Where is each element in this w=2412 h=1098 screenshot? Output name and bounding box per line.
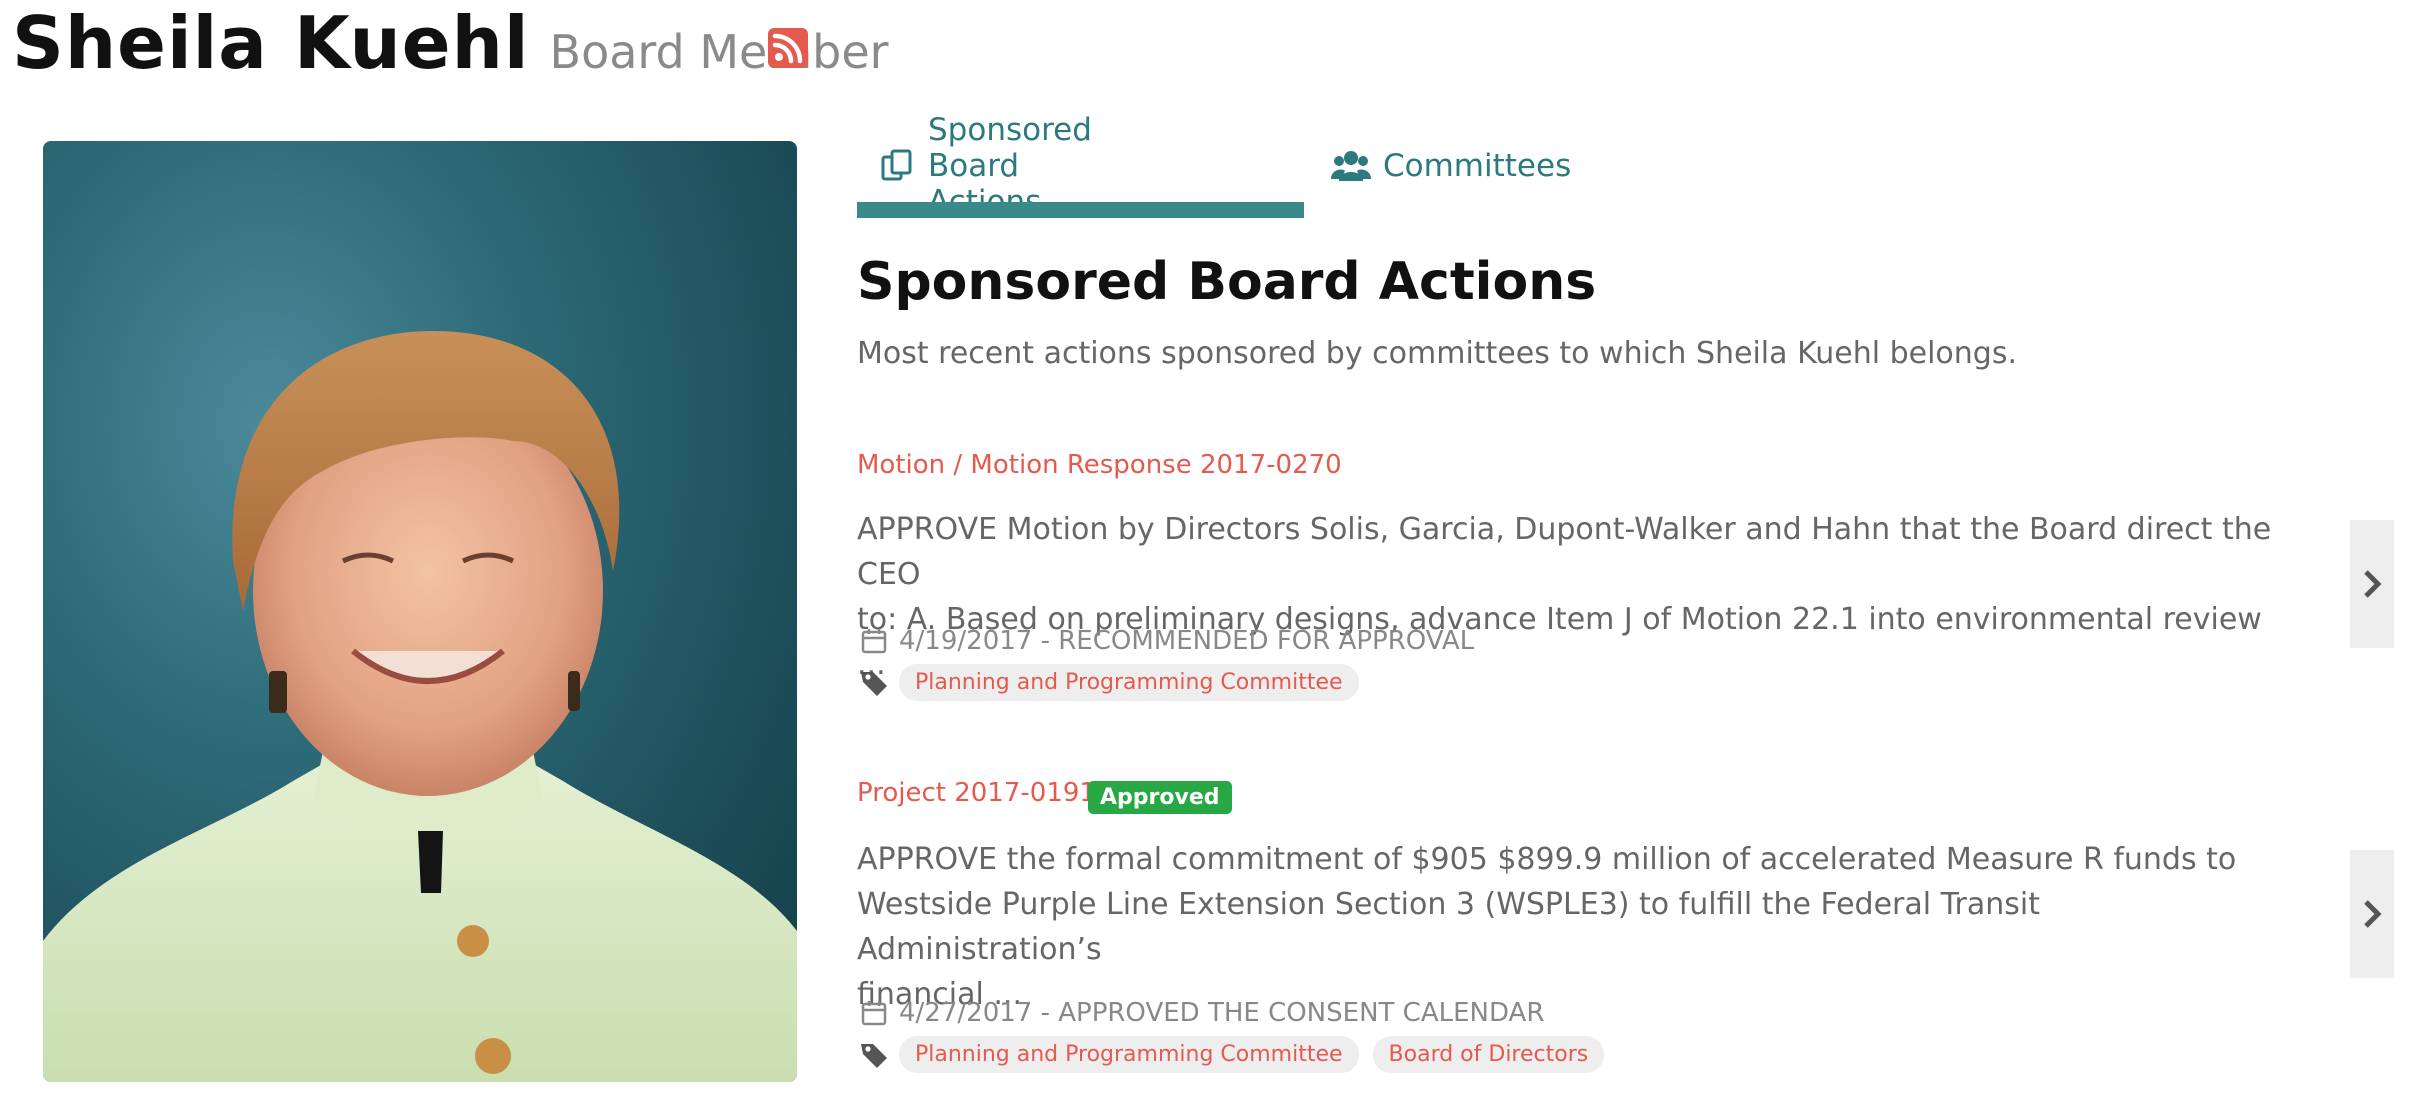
next-arrow-button[interactable] — [2350, 520, 2394, 648]
action-description: APPROVE the formal commitment of $905 $8… — [857, 837, 2277, 1017]
chevron-right-icon — [2364, 570, 2382, 598]
chevron-right-icon — [2364, 900, 2382, 928]
member-role: Board Member — [549, 25, 889, 79]
action-description: APPROVE Motion by Directors Solis, Garci… — [857, 507, 2277, 687]
action-date-status: 4/19/2017 - RECOMMENDED FOR APPROVAL — [899, 626, 1475, 656]
committee-tag[interactable]: Board of Directors — [1372, 1036, 1605, 1073]
action-tags: Planning and Programming Committee — [859, 664, 1373, 701]
tab-committees[interactable]: Committees — [1331, 130, 1571, 202]
status-badge: Approved — [1088, 781, 1232, 814]
action-meta: 4/19/2017 - RECOMMENDED FOR APPROVAL — [859, 626, 1474, 656]
section-subtitle: Most recent actions sponsored by committ… — [857, 336, 2018, 371]
member-name: Sheila Kuehl — [12, 1, 530, 85]
member-photo — [43, 141, 797, 1082]
action-description-line: APPROVE Motion by Directors Solis, Garci… — [857, 512, 2272, 592]
action-tags: Planning and Programming Committee Board… — [859, 1036, 1618, 1073]
action-link[interactable]: Motion / Motion Response 2017-0270 — [857, 450, 1342, 480]
users-icon — [1331, 148, 1371, 184]
committee-tag[interactable]: Planning and Programming Committee — [899, 1036, 1359, 1073]
tab-label: Committees — [1383, 148, 1572, 184]
action-date-status: 4/27/2017 - APPROVED THE CONSENT CALENDA… — [899, 998, 1545, 1028]
calendar-icon — [859, 998, 889, 1028]
committee-tag[interactable]: Planning and Programming Committee — [899, 664, 1359, 701]
action-link[interactable]: Project 2017-0191 — [857, 778, 1096, 808]
tag-icon — [859, 668, 889, 698]
next-arrow-button[interactable] — [2350, 850, 2394, 978]
tab-sponsored-board-actions[interactable]: Sponsored Board Actions — [880, 112, 1096, 220]
active-tab-indicator — [857, 202, 1304, 218]
tag-icon — [859, 1040, 889, 1070]
action-description-line: APPROVE the formal commitment of $905 $8… — [857, 842, 2237, 877]
calendar-icon — [859, 626, 889, 656]
section-title: Sponsored Board Actions — [857, 252, 1597, 312]
rss-icon[interactable] — [768, 28, 808, 68]
action-meta: 4/27/2017 - APPROVED THE CONSENT CALENDA… — [859, 998, 1544, 1028]
documents-icon — [880, 148, 916, 184]
action-description-line: Westside Purple Line Extension Section 3… — [857, 887, 2040, 967]
page-header: Sheila Kuehl Board Member — [12, 0, 889, 90]
